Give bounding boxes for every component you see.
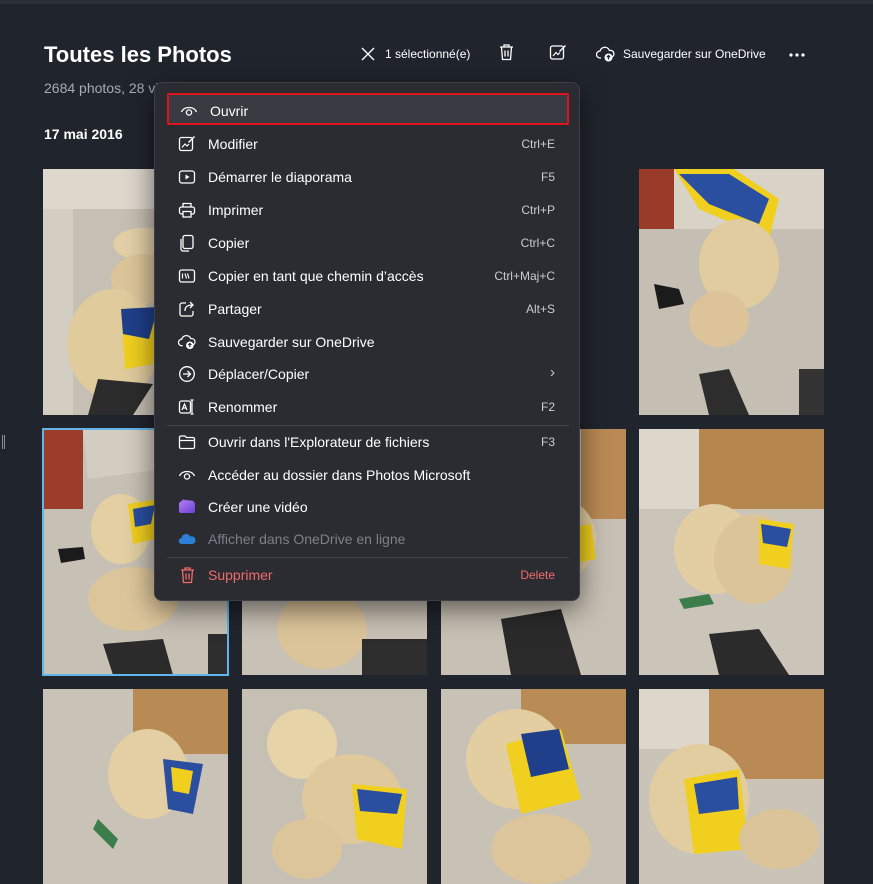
shortcut-hint: Ctrl+P: [521, 203, 555, 217]
photo-thumbnail[interactable]: [43, 689, 228, 884]
photo-thumbnail[interactable]: [639, 429, 824, 675]
cloud-upload-icon: [596, 46, 615, 62]
menu-item-copy-path[interactable]: Copier en tant que chemin d’accès Ctrl+M…: [167, 260, 569, 292]
photo-thumbnail[interactable]: [639, 689, 824, 884]
menu-item-label: Copier: [208, 235, 250, 251]
menu-item-label: Accéder au dossier dans Photos Microsoft: [208, 467, 471, 483]
eye-icon: [178, 466, 196, 484]
close-icon: [361, 47, 375, 61]
menu-item-label: Renommer: [208, 399, 278, 415]
menu-item-share[interactable]: Partager Alt+S: [167, 293, 569, 325]
slideshow-icon: [178, 168, 196, 186]
menu-item-save-onedrive[interactable]: Sauvegarder sur OneDrive: [167, 326, 569, 358]
menu-item-slideshow[interactable]: Démarrer le diaporama F5: [167, 161, 569, 193]
resize-handle[interactable]: [2, 435, 5, 449]
menu-item-label: Démarrer le diaporama: [208, 169, 352, 185]
menu-item-label: Ouvrir dans l'Explorateur de fichiers: [208, 434, 430, 450]
video-editor-icon: [178, 498, 196, 516]
rename-icon: [178, 398, 196, 416]
menu-item-label: Ouvrir: [210, 103, 249, 119]
shortcut-hint: Ctrl+Maj+C: [494, 269, 555, 283]
shortcut-hint: F3: [540, 435, 555, 449]
trash-icon: [178, 566, 196, 584]
cloud-upload-icon: [178, 333, 196, 351]
menu-item-copy[interactable]: Copier Ctrl+C: [167, 227, 569, 259]
more-icon: [788, 45, 806, 63]
shortcut-hint: Ctrl+E: [521, 137, 555, 151]
eye-icon: [180, 102, 198, 120]
photo-thumbnail[interactable]: [639, 169, 824, 415]
save-to-onedrive-label: Sauvegarder sur OneDrive: [623, 47, 766, 61]
move-icon: [178, 365, 196, 383]
menu-item-create-video[interactable]: Créer une vidéo: [167, 491, 569, 523]
menu-separator: [167, 557, 569, 558]
copy-icon: [178, 234, 196, 252]
shortcut-hint: Ctrl+C: [520, 236, 555, 250]
menu-item-open-explorer[interactable]: Ouvrir dans l'Explorateur de fichiers F3: [167, 426, 569, 458]
shortcut-hint: Delete: [520, 568, 555, 582]
menu-item-label: Modifier: [208, 136, 258, 152]
chevron-right-icon: ›: [550, 364, 555, 381]
shortcut-hint: Alt+S: [525, 302, 555, 316]
edit-button[interactable]: [549, 40, 567, 68]
save-to-onedrive-button[interactable]: Sauvegarder sur OneDrive: [596, 40, 766, 68]
page-title: Toutes les Photos: [44, 42, 232, 67]
clear-selection-button[interactable]: 1 sélectionné(e): [361, 40, 470, 68]
menu-item-label: Déplacer/Copier: [208, 366, 310, 382]
onedrive-icon: [178, 530, 196, 548]
menu-item-label: Imprimer: [208, 202, 264, 218]
menu-item-edit[interactable]: Modifier Ctrl+E: [167, 128, 569, 160]
menu-item-view-onedrive-online: Afficher dans OneDrive en ligne: [167, 523, 569, 555]
window-top-border: [0, 0, 873, 4]
menu-item-delete[interactable]: Supprimer Delete: [167, 559, 569, 591]
copy-path-icon: [178, 267, 196, 285]
printer-icon: [178, 201, 196, 219]
edit-image-icon: [178, 135, 196, 153]
menu-item-rename[interactable]: Renommer F2: [167, 391, 569, 423]
menu-item-go-to-folder[interactable]: Accéder au dossier dans Photos Microsoft: [167, 459, 569, 491]
photo-thumbnail[interactable]: [242, 689, 427, 884]
trash-icon: [498, 43, 515, 66]
share-icon: [178, 300, 196, 318]
photo-thumbnail[interactable]: [441, 689, 626, 884]
shortcut-hint: F5: [540, 170, 555, 184]
folder-icon: [178, 433, 196, 451]
menu-item-label: Copier en tant que chemin d’accès: [208, 268, 424, 284]
date-group-header: 17 mai 2016: [44, 126, 123, 142]
menu-item-move-copy[interactable]: Déplacer/Copier ›: [167, 358, 569, 390]
selection-count: 1 sélectionné(e): [385, 47, 471, 61]
menu-item-label: Afficher dans OneDrive en ligne: [208, 531, 406, 547]
menu-item-label: Supprimer: [208, 567, 273, 583]
shortcut-hint: F2: [540, 400, 555, 414]
more-options-button[interactable]: [788, 40, 806, 68]
menu-item-print[interactable]: Imprimer Ctrl+P: [167, 194, 569, 226]
menu-item-label: Créer une vidéo: [208, 499, 308, 515]
edit-image-icon: [549, 43, 567, 66]
photo-count: 2684 photos, 28 vi: [44, 80, 159, 96]
delete-button[interactable]: [498, 40, 515, 68]
menu-item-open[interactable]: Ouvrir: [167, 93, 569, 125]
menu-item-label: Sauvegarder sur OneDrive: [208, 334, 375, 350]
menu-item-label: Partager: [208, 301, 262, 317]
context-menu: Ouvrir Modifier Ctrl+E Démarrer le diapo…: [154, 82, 580, 601]
